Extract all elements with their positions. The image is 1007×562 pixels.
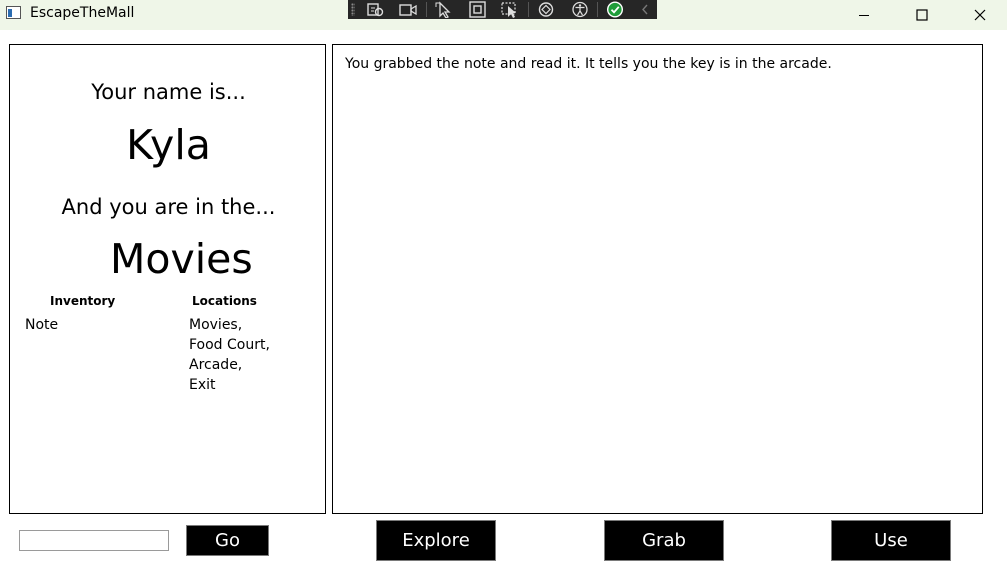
grab-button[interactable]: Grab — [604, 520, 724, 561]
location-item: Food Court, — [189, 337, 270, 353]
checkmark-icon[interactable] — [605, 1, 625, 18]
collapse-icon[interactable] — [635, 1, 655, 18]
name-intro-label: Your name is... — [91, 80, 246, 104]
toolbar-separator — [528, 2, 529, 17]
inventory-item: Note — [25, 317, 59, 333]
locations-list: Movies, Food Court, Arcade, Exit — [189, 315, 270, 395]
window-title: EscapeTheMall — [30, 5, 135, 21]
player-name: Kyla — [126, 121, 211, 169]
go-button[interactable]: Go — [186, 525, 269, 556]
locations-header: Locations — [192, 294, 257, 308]
layout-adorner-icon[interactable] — [468, 1, 488, 18]
explore-button[interactable]: Explore — [376, 520, 496, 561]
toolbar-grip-icon[interactable] — [351, 3, 355, 16]
maximize-button[interactable] — [893, 0, 951, 30]
location-item: Exit — [189, 377, 216, 393]
pointer-icon[interactable] — [434, 1, 454, 18]
toolbar-separator — [426, 2, 427, 17]
message-panel: You grabbed the note and read it. It tel… — [332, 44, 983, 514]
minimize-icon — [859, 15, 869, 16]
inventory-list: Note — [25, 315, 58, 335]
inventory-header: Inventory — [50, 294, 116, 308]
maximize-icon — [916, 9, 928, 21]
toolbar-separator — [597, 2, 598, 17]
close-icon — [974, 9, 986, 21]
game-message: You grabbed the note and read it. It tel… — [345, 56, 832, 72]
use-button[interactable]: Use — [831, 520, 951, 561]
xaml-debug-toolbar — [348, 0, 657, 19]
track-focus-icon[interactable] — [500, 1, 520, 18]
record-icon[interactable] — [398, 1, 418, 18]
command-input[interactable] — [19, 530, 169, 551]
minimize-button[interactable] — [835, 0, 893, 30]
location-item: Arcade, — [189, 357, 243, 373]
location-item: Movies, — [189, 317, 243, 333]
accessibility-icon[interactable] — [570, 1, 590, 18]
app-window-icon — [6, 6, 21, 19]
select-element-icon[interactable] — [365, 1, 385, 18]
binding-failures-icon[interactable] — [536, 1, 556, 18]
close-button[interactable] — [951, 0, 1007, 30]
player-status-panel: Your name is... Kyla And you are in the.… — [9, 44, 326, 514]
current-location: Movies — [110, 235, 253, 283]
location-intro-label: And you are in the... — [61, 195, 276, 219]
title-bar: EscapeTheMall — [0, 0, 1007, 30]
